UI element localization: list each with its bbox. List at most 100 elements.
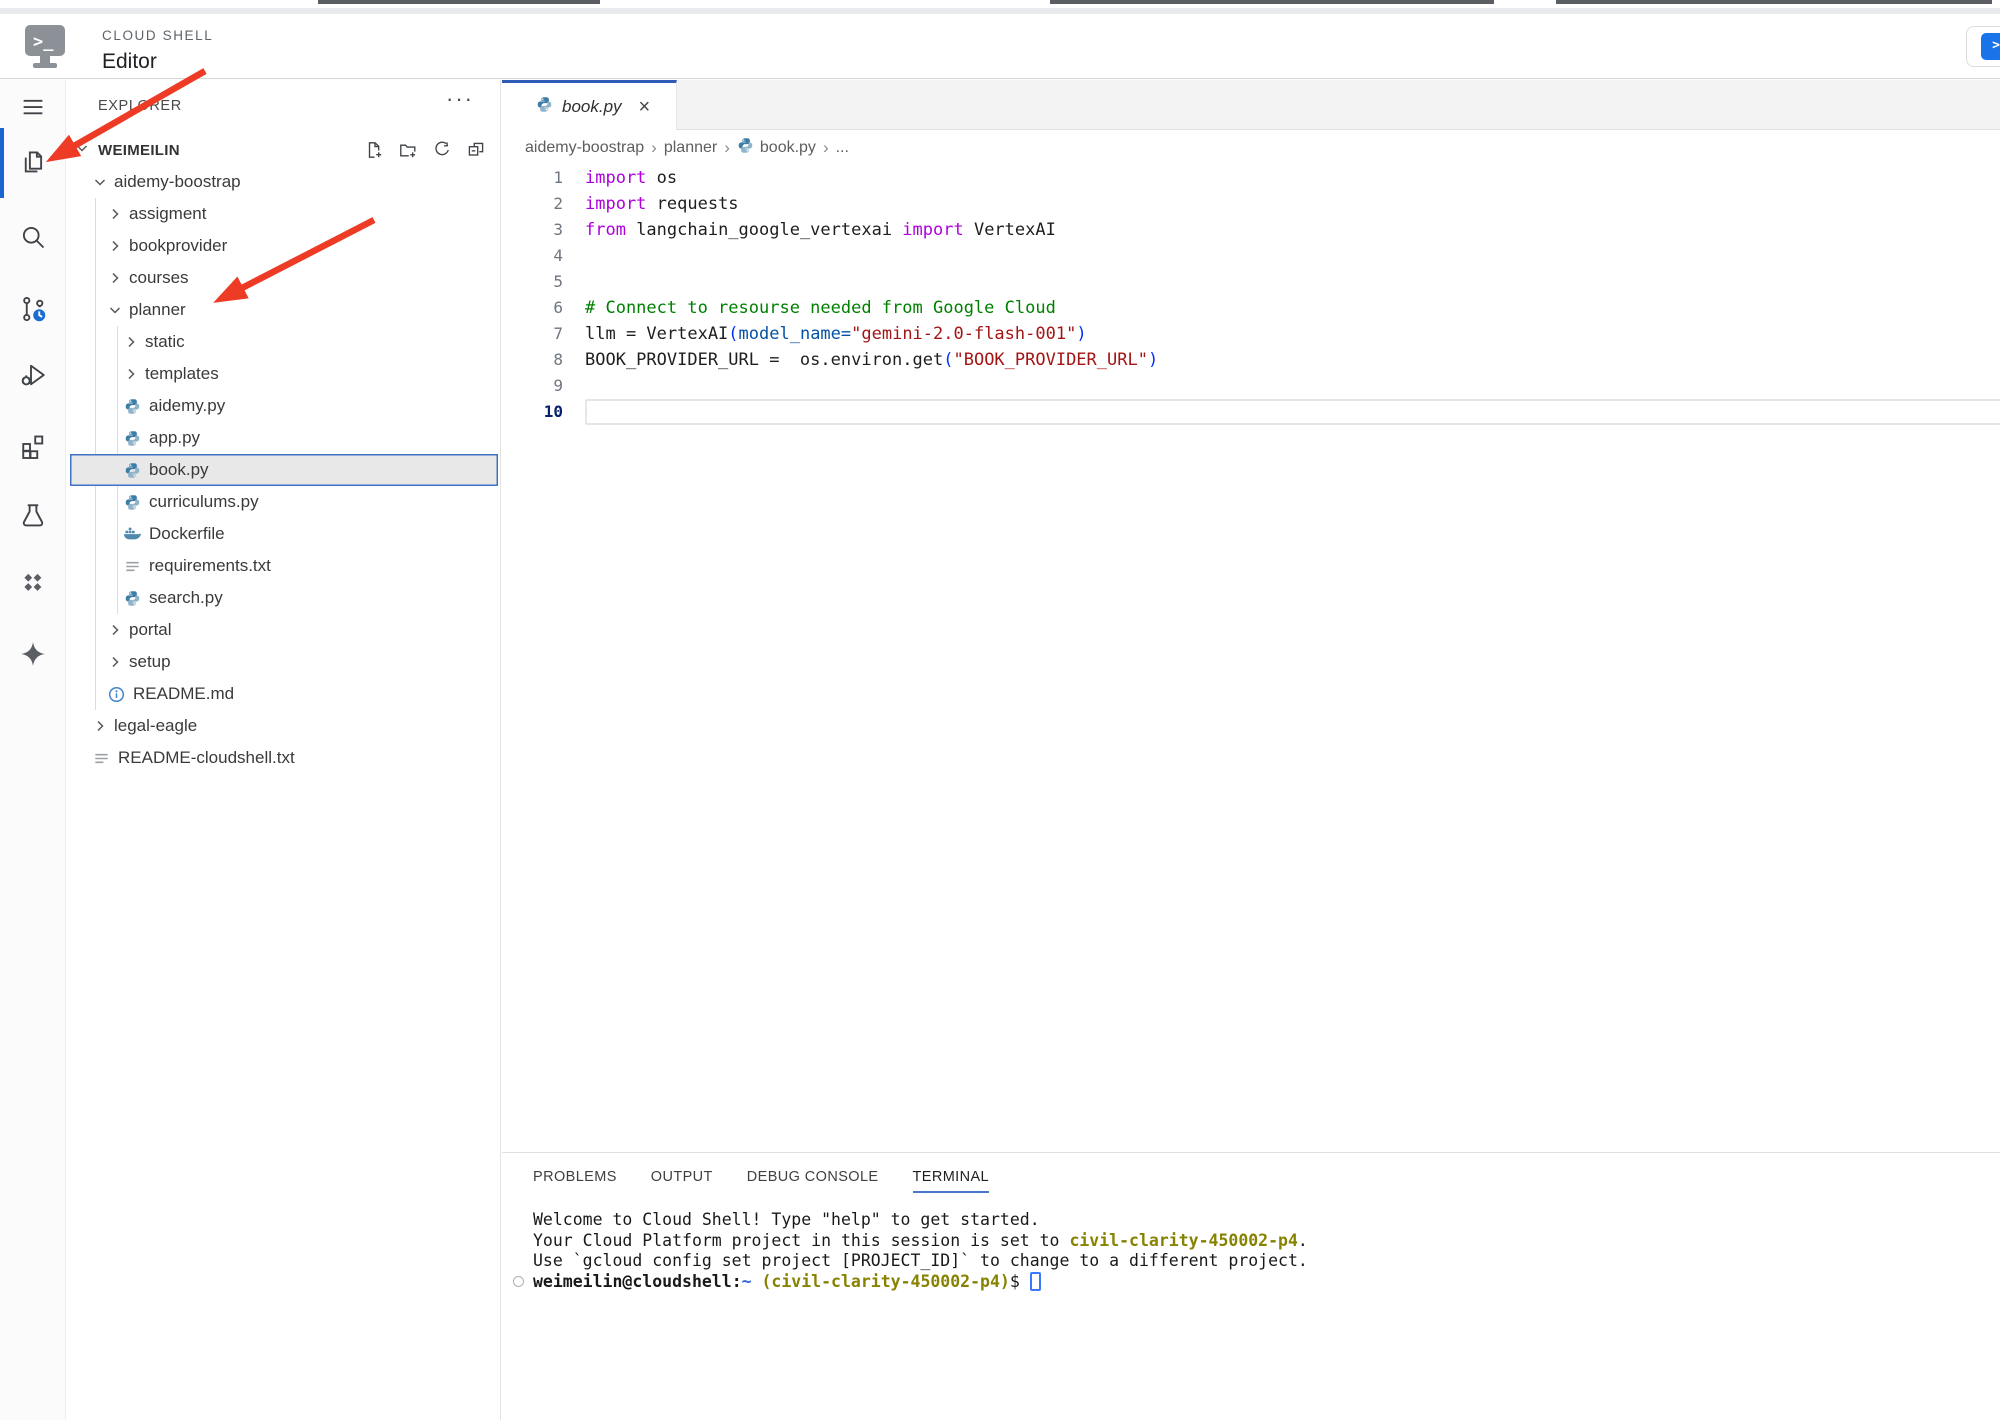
breadcrumb: aidemy-boostrap › planner › book.py ›... [502, 130, 849, 165]
breadcrumb-item[interactable]: ... [836, 139, 849, 157]
code-line: 2 import requests [502, 191, 2000, 217]
chevron-right-icon [123, 334, 139, 350]
tab-book-py[interactable]: book.py × [502, 80, 677, 130]
workspace-name: WEIMEILIN [98, 141, 180, 159]
chevron-right-icon [107, 206, 123, 222]
tree-item-readme-cloudshell.txt[interactable]: README-cloudshell.txt [70, 742, 498, 774]
product-kicker: CLOUD SHELL [102, 28, 214, 43]
collapse-all-icon[interactable] [466, 140, 486, 160]
code-line: 7 llm = VertexAI(model_name="gemini-2.0-f… [502, 321, 2000, 347]
python-file-icon [123, 430, 141, 447]
bottom-panel: PROBLEMS OUTPUT DEBUG CONSOLE TERMINAL Welc… [502, 1152, 2000, 1420]
panel-tab-output[interactable]: OUTPUT [651, 1169, 713, 1193]
activity-menu-icon[interactable] [17, 92, 49, 124]
breadcrumb-item[interactable]: book.py [737, 137, 816, 159]
activity-test-lab-icon[interactable] [17, 500, 49, 532]
activity-cloud-code-icon[interactable] [17, 569, 49, 601]
new-folder-icon[interactable] [398, 140, 418, 160]
tree-item-app.py[interactable]: app.py [70, 422, 498, 454]
tree-item-label: legal-eagle [114, 716, 198, 735]
tree-item-label: aidemy.py [149, 396, 226, 415]
panel-tab-debug-console[interactable]: DEBUG CONSOLE [747, 1169, 879, 1193]
breadcrumb-separator: › [651, 137, 657, 157]
tree-item-requirements.txt[interactable]: requirements.txt [70, 550, 498, 582]
line-number: 8 [553, 350, 563, 369]
code-editor[interactable]: 1 import os 2 import requests 3 from langchai… [502, 165, 2000, 425]
tree-item-label: Dockerfile [149, 524, 225, 543]
breadcrumb-item[interactable]: aidemy-boostrap [525, 139, 644, 157]
activity-bar [0, 80, 66, 1420]
code-text: import os [585, 168, 678, 188]
line-number: 3 [553, 220, 563, 239]
docker-file-icon [123, 525, 141, 543]
chevron-right-icon [107, 238, 123, 254]
tree-item-bookprovider[interactable]: bookprovider [70, 230, 498, 262]
terminal-cursor [1029, 1271, 1041, 1291]
code-line: 3 from langchain_google_vertexai import V… [502, 217, 2000, 243]
tree-item-aidemy.py[interactable]: aidemy.py [70, 390, 498, 422]
line-number: 7 [553, 324, 563, 343]
tree-item-readme.md[interactable]: README.md [70, 678, 498, 710]
tree-item-portal[interactable]: portal [70, 614, 498, 646]
refresh-icon[interactable] [432, 140, 452, 160]
tree-item-templates[interactable]: templates [70, 358, 498, 390]
line-number: 4 [553, 246, 563, 265]
terminal-icon: >_ [1981, 33, 2000, 60]
tree-item-label: README-cloudshell.txt [118, 748, 295, 767]
new-file-icon[interactable] [364, 140, 384, 160]
code-line: 8 BOOK_PROVIDER_URL = os.environ.get("BOO… [502, 347, 2000, 373]
svg-text:>_: >_ [33, 32, 54, 52]
tree-item-label: search.py [149, 588, 223, 607]
activity-run-debug-icon[interactable] [17, 360, 49, 392]
terminal-line: Welcome to Cloud Shell! Type "help" to g… [533, 1210, 1040, 1229]
activity-source-control-icon[interactable] [17, 294, 49, 326]
tree-item-label: courses [129, 268, 189, 287]
tree-item-static[interactable]: static [70, 326, 498, 358]
tree-item-aidemy-boostrap[interactable]: aidemy-boostrap [70, 166, 498, 198]
tree-item-planner[interactable]: planner [70, 294, 498, 326]
chevron-down-icon [74, 140, 90, 161]
open-terminal-button[interactable]: >_ [1966, 26, 2000, 67]
code-text: # Connect to resourse needed from Google… [585, 298, 1056, 318]
breadcrumb-item[interactable]: planner [664, 139, 717, 157]
tree-item-curriculums.py[interactable]: curriculums.py [70, 486, 498, 518]
browser-tab-edge [1556, 0, 1992, 4]
active-view-indicator [0, 128, 4, 198]
breadcrumb-separator: › [724, 137, 730, 157]
line-number: 9 [553, 376, 563, 395]
tree-item-courses[interactable]: courses [70, 262, 498, 294]
workspace-row[interactable]: WEIMEILIN [66, 134, 500, 166]
chevron-right-icon [123, 366, 139, 382]
tree-item-label: planner [129, 300, 186, 319]
tree-item-search.py[interactable]: search.py [70, 582, 498, 614]
explorer-more-actions-button[interactable]: ··· [446, 86, 474, 112]
python-file-icon [123, 398, 141, 415]
tree-item-book.py[interactable]: book.py [70, 454, 498, 486]
tree-item-label: curriculums.py [149, 492, 259, 511]
tree-item-label: book.py [149, 460, 209, 479]
panel-tab-terminal[interactable]: TERMINAL [912, 1169, 990, 1193]
activity-search-icon[interactable] [17, 222, 49, 254]
close-tab-icon[interactable]: × [639, 97, 651, 117]
code-text: import requests [585, 194, 739, 214]
tree-item-label: portal [129, 620, 172, 639]
activity-extensions-icon[interactable] [17, 432, 49, 464]
chevron-down-icon [92, 174, 108, 190]
file-tree: aidemy-boostrap assigment bookprovider cour… [66, 166, 500, 774]
workbench: EXPLORER ··· WEIMEILIN aidemy-boostrap as… [0, 80, 2000, 1420]
chevron-right-icon [92, 718, 108, 734]
tree-item-assigment[interactable]: assigment [70, 198, 498, 230]
tree-item-setup[interactable]: setup [70, 646, 498, 678]
panel-tab-problems[interactable]: PROBLEMS [533, 1169, 617, 1193]
code-line: 10 [502, 399, 2000, 425]
explorer-sidebar: EXPLORER ··· WEIMEILIN aidemy-boostrap as… [66, 80, 501, 1420]
terminal-output[interactable]: Welcome to Cloud Shell! Type "help" to g… [513, 1210, 1308, 1292]
cloud-shell-editor: >_ CLOUD SHELL Editor >_ EXPLORER ··· WE… [0, 0, 2000, 1420]
cloud-shell-logo-icon: >_ [23, 22, 69, 75]
tree-item-legal-eagle[interactable]: legal-eagle [70, 710, 498, 742]
terminal-line: Use `gcloud config set project [PROJECT_… [533, 1251, 1308, 1270]
tree-item-label: bookprovider [129, 236, 228, 255]
activity-explorer-icon[interactable] [17, 148, 49, 180]
activity-gemini-icon[interactable] [17, 639, 49, 671]
tree-item-dockerfile[interactable]: Dockerfile [70, 518, 498, 550]
